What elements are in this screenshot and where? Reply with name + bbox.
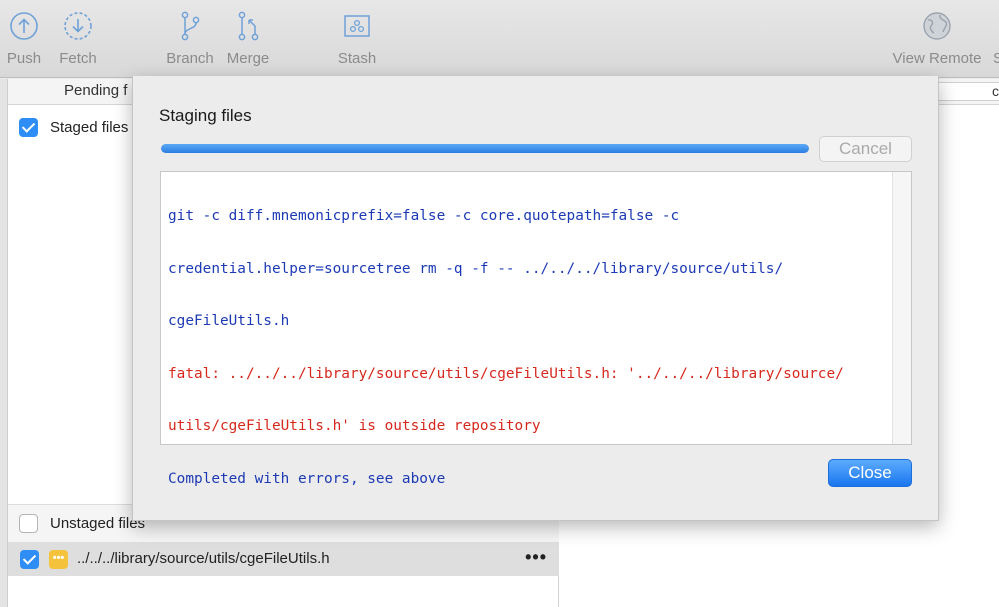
sidebar-edge: [0, 79, 8, 607]
fetch-label: Fetch: [59, 50, 97, 67]
settings-button-partial[interactable]: S: [993, 0, 999, 78]
close-button[interactable]: Close: [828, 459, 912, 487]
stash-icon: [341, 10, 373, 42]
merge-button[interactable]: Merge: [224, 0, 272, 78]
push-button[interactable]: Push: [5, 0, 43, 78]
branch-label: Branch: [166, 50, 214, 67]
stash-button[interactable]: Stash: [336, 0, 378, 78]
fetch-icon: [62, 10, 94, 42]
view-remote-button[interactable]: View Remote: [890, 0, 984, 78]
log-status-line: Completed with errors, see above: [168, 470, 446, 487]
log-command-line: cgeFileUtils.h: [168, 313, 290, 329]
pending-files-label: Pending f: [64, 82, 128, 99]
view-remote-label: View Remote: [892, 50, 982, 67]
toolbar: Push Fetch Branch Merge Stash View Remot…: [0, 0, 999, 78]
staged-files-label: Staged files: [50, 119, 129, 136]
branch-button[interactable]: Branch: [164, 0, 216, 78]
branch-icon: [174, 10, 206, 42]
search-field-partial-text: c: [992, 83, 999, 99]
log-command-line: git -c diff.mnemonicprefix=false -c core…: [168, 208, 680, 224]
cancel-button[interactable]: Cancel: [819, 136, 912, 162]
merge-icon: [232, 10, 264, 42]
output-log[interactable]: git -c diff.mnemonicprefix=false -c core…: [160, 171, 912, 487]
output-log-text: git -c diff.mnemonicprefix=false -c core…: [168, 173, 888, 523]
modified-status-icon: •••: [49, 550, 68, 569]
unstaged-files-label: Unstaged files: [50, 515, 146, 532]
push-icon: [8, 10, 40, 42]
file-row[interactable]: ••• ../../../library/source/utils/cgeFil…: [8, 542, 559, 576]
log-error-line: utils/cgeFileUtils.h' is outside reposit…: [168, 418, 541, 434]
search-field-partial[interactable]: c: [935, 82, 999, 101]
progress-bar: [161, 144, 809, 153]
log-error-line: fatal: ../../../library/source/utils/cge…: [168, 365, 844, 382]
fetch-button[interactable]: Fetch: [57, 0, 99, 78]
dialog-title: Staging files: [159, 106, 252, 125]
unstaged-files-checkbox[interactable]: [19, 514, 38, 533]
staged-files-checkbox[interactable]: [19, 118, 38, 137]
stash-label: Stash: [337, 50, 377, 67]
file-row-checkbox[interactable]: [20, 550, 39, 569]
log-scrollbar[interactable]: [892, 172, 911, 444]
merge-label: Merge: [226, 50, 270, 67]
progress-bar-fill: [161, 144, 809, 153]
log-command-line: credential.helper=sourcetree rm -q -f --…: [168, 260, 784, 277]
more-options-icon[interactable]: •••: [525, 547, 547, 568]
staging-dialog: Staging files Cancel git -c diff.mnemoni…: [132, 76, 939, 521]
push-label: Push: [6, 50, 42, 67]
settings-label-partial: S: [993, 50, 999, 67]
file-path: ../../../library/source/utils/cgeFileUti…: [77, 550, 330, 567]
globe-icon: [921, 10, 953, 42]
